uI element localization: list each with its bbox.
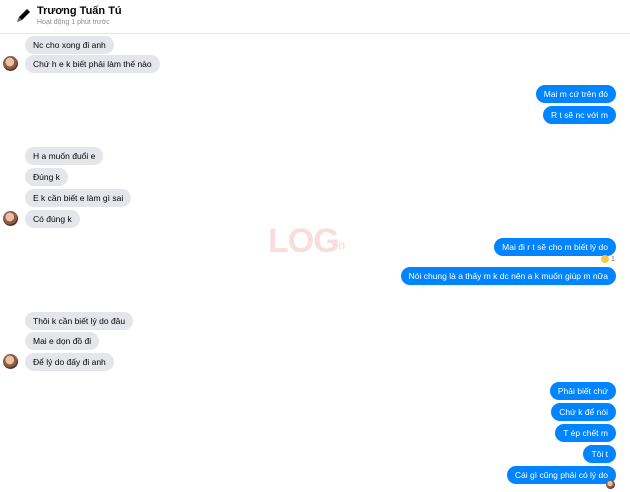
message-incoming[interactable]: H a muốn đuổi e	[25, 147, 104, 165]
message-outgoing[interactable]: Cái gì cũng phải có lý do	[506, 466, 616, 484]
message-outgoing[interactable]: Phải biết chứ	[549, 382, 616, 400]
contact-name[interactable]: Trương Tuấn Tú	[37, 5, 122, 17]
message-incoming[interactable]: Để lý do đấy đi anh	[25, 353, 114, 371]
message-outgoing[interactable]: R t sẽ nc với m	[542, 106, 616, 124]
laugh-emoji-icon	[601, 255, 609, 263]
message-incoming[interactable]: Chứ h e k biết phải làm thế nào	[25, 55, 160, 73]
seen-avatar	[606, 480, 615, 489]
message-outgoing[interactable]: Tôi t	[583, 445, 616, 463]
message-incoming[interactable]: Nc cho xong đi anh	[25, 36, 114, 54]
message-outgoing[interactable]: Mai đi r t sẽ cho m biết lý do	[494, 238, 616, 256]
message-reaction[interactable]: 1	[601, 255, 615, 263]
message-incoming[interactable]: Đúng k	[25, 168, 68, 186]
message-outgoing[interactable]: Nói chung là a thấy m k dc nên a k muốn …	[400, 267, 616, 285]
message-incoming[interactable]: E k cần biết e làm gì sai	[25, 189, 132, 207]
message-incoming[interactable]: Mai e dọn đồ đi	[25, 332, 100, 350]
active-status: Hoạt động 1 phút trước	[37, 19, 110, 26]
avatar[interactable]	[3, 211, 18, 226]
message-incoming[interactable]: Có đúng k	[25, 210, 80, 228]
chat-header: Trương Tuấn Tú Hoạt động 1 phút trước	[0, 0, 630, 34]
reaction-count: 1	[611, 255, 615, 263]
watermark-suffix: .vn	[328, 238, 346, 252]
avatar[interactable]	[3, 354, 18, 369]
message-outgoing[interactable]: Mai m cứ trên đó	[535, 85, 616, 103]
message-outgoing[interactable]: Chứ k để nói	[551, 403, 616, 421]
message-incoming[interactable]: Thôi k cần biết lý do đâu	[25, 312, 134, 330]
pen-icon[interactable]	[14, 7, 32, 25]
message-outgoing[interactable]: T ép chết m	[555, 424, 616, 442]
avatar[interactable]	[3, 56, 18, 71]
watermark-logo: LOG .vn	[268, 220, 362, 266]
